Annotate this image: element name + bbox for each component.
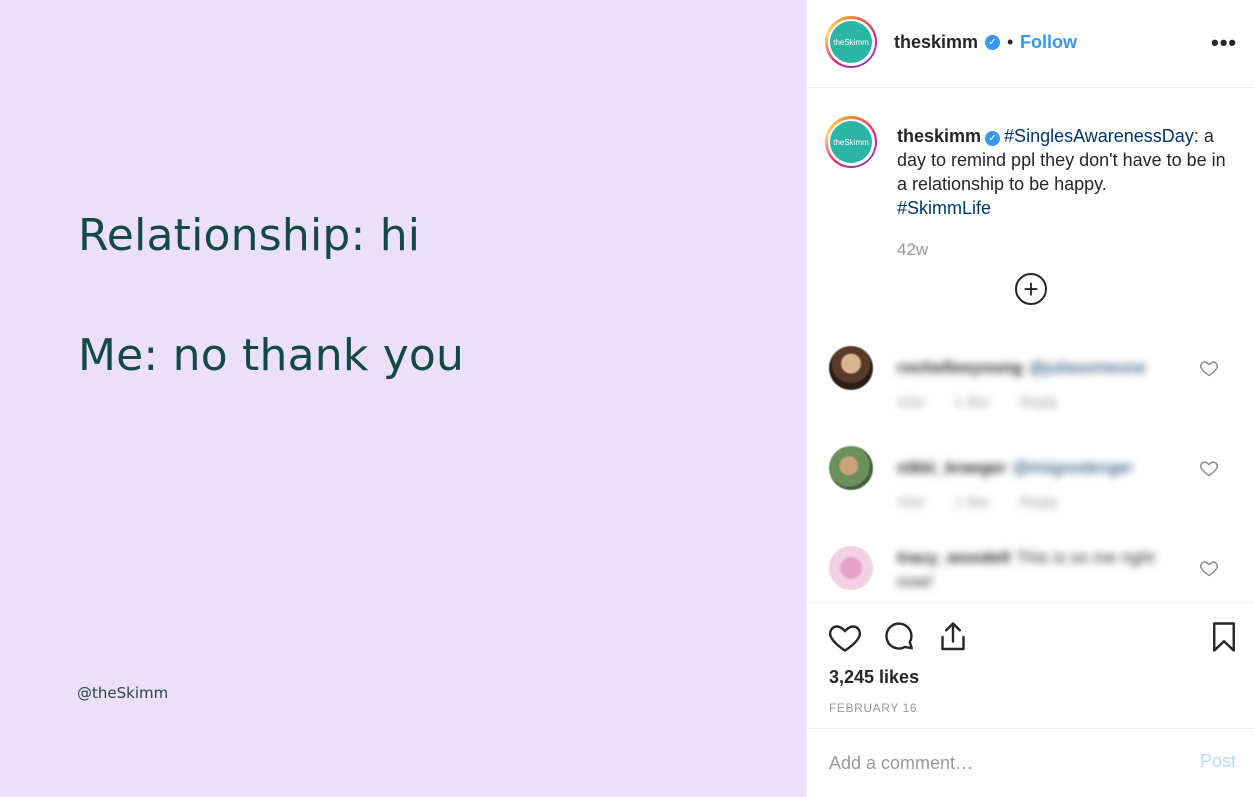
verified-badge-icon: ✓	[985, 131, 1001, 146]
header-separator: •	[1007, 32, 1014, 52]
comment-text: rochelleeyoung @juliasomeone	[897, 356, 1177, 380]
save-bookmark-icon[interactable]	[1206, 619, 1242, 655]
comment-likes[interactable]: 1 like	[955, 494, 990, 511]
comment-bubble-icon[interactable]	[881, 619, 917, 655]
comment-body: @imigoodenger	[1012, 458, 1133, 477]
share-icon[interactable]	[935, 619, 971, 655]
comment-likes[interactable]: 1 like	[955, 394, 990, 411]
post-comment-button[interactable]: Post	[1200, 751, 1236, 772]
comment-input[interactable]	[829, 749, 1169, 777]
commenter-username[interactable]: tracy_woodell	[897, 548, 1010, 567]
like-heart-icon[interactable]	[827, 619, 863, 655]
comment-meta: 42w 1 like Reply	[897, 394, 1088, 411]
comment-reply-button[interactable]: Reply	[1020, 394, 1058, 411]
comment-item: tracy_woodell This is so me right now!	[807, 546, 1254, 602]
commenter-username[interactable]: nikki_kraeger	[897, 458, 1007, 477]
more-options-icon[interactable]: •••	[1211, 30, 1237, 56]
comment-composer: Post	[807, 728, 1254, 797]
post-image[interactable]: Relationship: hi Me: no thank you @theSk…	[0, 0, 806, 797]
commenter-username[interactable]: rochelleeyoung	[897, 358, 1023, 377]
caption: theskimm ✓ #SinglesAwarenessDay: a day to …	[897, 124, 1227, 220]
comment-like-heart-icon[interactable]	[1199, 558, 1219, 578]
caption-username[interactable]: theskimm	[897, 126, 981, 146]
post-image-handle: @theSkimm	[77, 684, 169, 702]
post-date: FEBRUARY 16	[829, 701, 918, 715]
likes-count[interactable]: 3,245 likes	[829, 667, 919, 688]
comment-item: nikki_kraeger @imigoodenger 42w 1 like Repl…	[807, 446, 1254, 526]
comment-like-heart-icon[interactable]	[1199, 458, 1219, 478]
verified-badge-icon: ✓	[985, 35, 1000, 50]
commenter-avatar[interactable]	[829, 446, 873, 490]
comments-scroll-area[interactable]: theSkimm theskimm ✓ #SinglesAwarenessDay: …	[807, 88, 1254, 602]
caption-avatar[interactable]: theSkimm	[825, 116, 877, 168]
follow-button[interactable]: Follow	[1020, 32, 1077, 53]
post-image-line-2: Me: no thank you	[78, 330, 465, 381]
comment-reply-button[interactable]: Reply	[1020, 494, 1058, 511]
comment-item: rochelleeyoung @juliasomeone 42w 1 like Rep…	[807, 346, 1254, 426]
post-actions: 3,245 likes FEBRUARY 16	[807, 602, 1254, 728]
hashtag-link[interactable]: #SkimmLife	[897, 198, 991, 218]
commenter-avatar[interactable]	[829, 346, 873, 390]
comment-text: nikki_kraeger @imigoodenger	[897, 456, 1177, 480]
author-avatar[interactable]: theSkimm	[825, 16, 877, 68]
comment-text: tracy_woodell This is so me right now!	[897, 546, 1177, 594]
comment-time: 42w	[897, 394, 925, 411]
load-more-comments-icon[interactable]: +	[1015, 273, 1047, 305]
caption-avatar-logo: theSkimm	[830, 121, 872, 163]
comment-meta: 42w 1 like Reply	[897, 494, 1088, 511]
author-username[interactable]: theskimm	[894, 32, 978, 53]
post-header: theSkimm theskimm ✓ • Follow •••	[807, 0, 1254, 88]
hashtag-link[interactable]: #SinglesAwarenessDay	[1004, 126, 1194, 146]
comment-time: 42w	[897, 494, 925, 511]
commenter-avatar[interactable]	[829, 546, 873, 590]
comment-like-heart-icon[interactable]	[1199, 358, 1219, 378]
post-side-panel: theSkimm theskimm ✓ • Follow ••• theSkim…	[806, 0, 1254, 797]
post-image-line-1: Relationship: hi	[78, 210, 421, 261]
comment-body: @juliasomeone	[1028, 358, 1147, 377]
author-avatar-logo: theSkimm	[830, 21, 872, 63]
caption-timestamp: 42w	[897, 240, 929, 259]
